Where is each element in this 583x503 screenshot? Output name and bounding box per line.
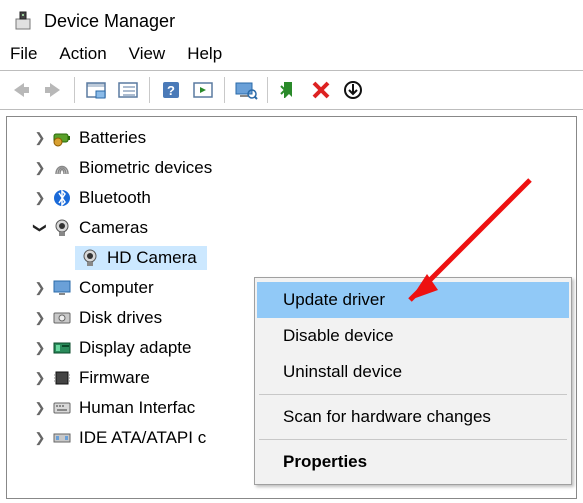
disable-icon[interactable] [338, 75, 368, 105]
tree-node-hd-camera[interactable]: HD Camera [7, 243, 576, 273]
chevron-right-icon[interactable]: ❯ [31, 370, 49, 386]
camera-icon [79, 247, 101, 269]
chevron-right-icon[interactable]: ❯ [31, 190, 49, 206]
camera-icon [51, 217, 73, 239]
cm-properties[interactable]: Properties [257, 444, 569, 480]
tree-label: Human Interfac [79, 398, 201, 418]
toolbar-sep [224, 77, 225, 103]
menu-help[interactable]: Help [187, 44, 222, 64]
menu-view[interactable]: View [129, 44, 166, 64]
tree-label: Batteries [79, 128, 152, 148]
uninstall-icon[interactable] [306, 75, 336, 105]
chevron-right-icon[interactable]: ❯ [31, 340, 49, 356]
show-hidden-icon[interactable] [81, 75, 111, 105]
toolbar-sep [74, 77, 75, 103]
tree-node-batteries[interactable]: ❯ Batteries [7, 123, 576, 153]
menu-action[interactable]: Action [59, 44, 106, 64]
tree-label: Bluetooth [79, 188, 157, 208]
scan-icon[interactable] [231, 75, 261, 105]
chevron-right-icon[interactable]: ❯ [31, 310, 49, 326]
toolbar: ? [0, 70, 583, 110]
chevron-right-icon[interactable]: ❯ [31, 130, 49, 146]
window-title: Device Manager [44, 11, 175, 32]
toolbar-sep [267, 77, 268, 103]
tree-label: Cameras [79, 218, 154, 238]
chevron-right-icon[interactable]: ❯ [31, 160, 49, 176]
update-driver-icon[interactable] [274, 75, 304, 105]
chevron-right-icon[interactable]: ❯ [31, 400, 49, 416]
disk-icon [51, 307, 73, 329]
fingerprint-icon [51, 157, 73, 179]
legacy-icon[interactable] [188, 75, 218, 105]
back-icon[interactable] [6, 75, 36, 105]
battery-icon [51, 127, 73, 149]
cm-separator [259, 439, 567, 440]
tree-label: Disk drives [79, 308, 168, 328]
menu-file[interactable]: File [10, 44, 37, 64]
tree-label: Firmware [79, 368, 156, 388]
chevron-down-icon[interactable]: ❯ [32, 219, 48, 237]
toolbar-sep [149, 77, 150, 103]
firmware-icon [51, 367, 73, 389]
help-icon[interactable]: ? [156, 75, 186, 105]
cm-scan-hardware[interactable]: Scan for hardware changes [257, 399, 569, 435]
chevron-right-icon[interactable]: ❯ [31, 430, 49, 446]
cm-separator [259, 394, 567, 395]
hid-icon [51, 397, 73, 419]
bluetooth-icon [51, 187, 73, 209]
forward-icon[interactable] [38, 75, 68, 105]
monitor-icon [51, 277, 73, 299]
ide-icon [51, 427, 73, 449]
cm-uninstall-device[interactable]: Uninstall device [257, 354, 569, 390]
tree-label: Biometric devices [79, 158, 218, 178]
tree-label: IDE ATA/ATAPI c [79, 428, 212, 448]
tree-label: HD Camera [107, 248, 203, 268]
tree-label: Display adapte [79, 338, 197, 358]
svg-text:?: ? [167, 83, 175, 98]
tree-node-cameras[interactable]: ❯ Cameras [7, 213, 576, 243]
cm-update-driver[interactable]: Update driver [257, 282, 569, 318]
cm-disable-device[interactable]: Disable device [257, 318, 569, 354]
tree-label: Computer [79, 278, 160, 298]
menu-bar: File Action View Help [0, 40, 583, 70]
resources-icon[interactable] [113, 75, 143, 105]
app-icon [12, 10, 34, 32]
chevron-right-icon[interactable]: ❯ [31, 280, 49, 296]
tree-node-bluetooth[interactable]: ❯ Bluetooth [7, 183, 576, 213]
tree-node-biometric[interactable]: ❯ Biometric devices [7, 153, 576, 183]
title-bar: Device Manager [0, 0, 583, 40]
display-adapter-icon [51, 337, 73, 359]
context-menu: Update driver Disable device Uninstall d… [254, 277, 572, 485]
